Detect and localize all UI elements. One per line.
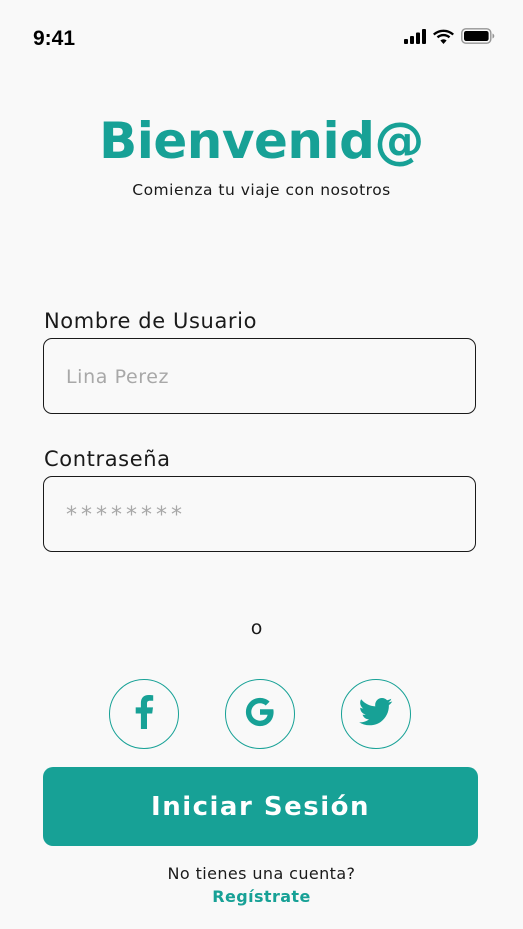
username-input[interactable]	[64, 339, 458, 415]
battery-icon	[461, 28, 495, 48]
password-label: Contraseña	[44, 447, 171, 471]
page-subtitle: Comienza tu viaje con nosotros	[132, 181, 391, 199]
no-account-text: No tienes una cuenta?	[167, 864, 356, 883]
signal-icon	[404, 28, 426, 48]
status-bar: 9:41	[0, 0, 523, 80]
password-input[interactable]	[64, 477, 458, 553]
login-button[interactable]: Iniciar Sesión	[43, 767, 478, 846]
username-label: Nombre de Usuario	[44, 309, 258, 333]
page-title: Bienvenid@	[99, 112, 424, 170]
twitter-login-button[interactable]	[341, 679, 411, 749]
wifi-icon	[433, 29, 454, 48]
status-icons	[404, 28, 495, 48]
register-link[interactable]: Regístrate	[0, 887, 523, 906]
status-time: 9:41	[33, 27, 76, 50]
google-icon	[245, 697, 275, 731]
divider-text: o	[250, 617, 263, 639]
facebook-icon	[134, 695, 154, 733]
twitter-icon	[358, 698, 393, 730]
username-field-box[interactable]	[43, 338, 476, 415]
google-login-button[interactable]	[225, 679, 295, 749]
password-field-box[interactable]	[43, 476, 476, 553]
facebook-login-button[interactable]	[109, 679, 179, 749]
